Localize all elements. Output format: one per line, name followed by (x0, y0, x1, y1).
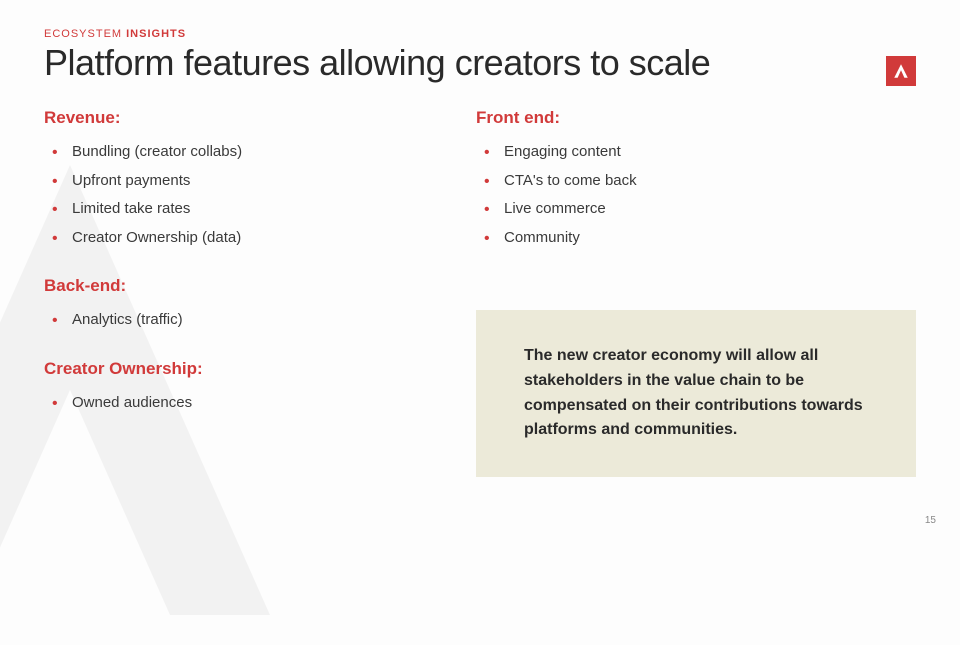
list-ownership: Owned audiences (44, 389, 416, 418)
list-item: Owned audiences (44, 389, 416, 418)
list-item: Engaging content (476, 138, 916, 167)
eyebrow-prefix: ECOSYSTEM (44, 28, 126, 40)
right-column: Front end: Engaging content CTA's to com… (476, 108, 916, 477)
eyebrow-label: ECOSYSTEM INSIGHTS (44, 28, 916, 40)
section-heading-revenue: Revenue: (44, 108, 416, 128)
page-number: 15 (925, 515, 936, 526)
page-title: Platform features allowing creators to s… (44, 42, 916, 84)
list-item: Bundling (creator collabs) (44, 138, 416, 167)
list-item: Live commerce (476, 195, 916, 224)
list-backend: Analytics (traffic) (44, 306, 416, 335)
list-item: Limited take rates (44, 195, 416, 224)
list-item: Analytics (traffic) (44, 306, 416, 335)
content-columns: Revenue: Bundling (creator collabs) Upfr… (44, 108, 916, 477)
callout-box: The new creator economy will allow all s… (476, 310, 916, 477)
list-frontend: Engaging content CTA's to come back Live… (476, 138, 916, 252)
left-column: Revenue: Bundling (creator collabs) Upfr… (44, 108, 416, 477)
eyebrow-bold: INSIGHTS (126, 28, 186, 40)
list-item: Community (476, 224, 916, 253)
list-item: CTA's to come back (476, 167, 916, 196)
brand-logo-icon (886, 56, 916, 86)
section-heading-backend: Back-end: (44, 276, 416, 296)
section-heading-frontend: Front end: (476, 108, 916, 128)
list-item: Upfront payments (44, 167, 416, 196)
list-item: Creator Ownership (data) (44, 224, 416, 253)
list-revenue: Bundling (creator collabs) Upfront payme… (44, 138, 416, 252)
slide-container: ECOSYSTEM INSIGHTS Platform features all… (0, 0, 960, 540)
section-heading-ownership: Creator Ownership: (44, 359, 416, 379)
